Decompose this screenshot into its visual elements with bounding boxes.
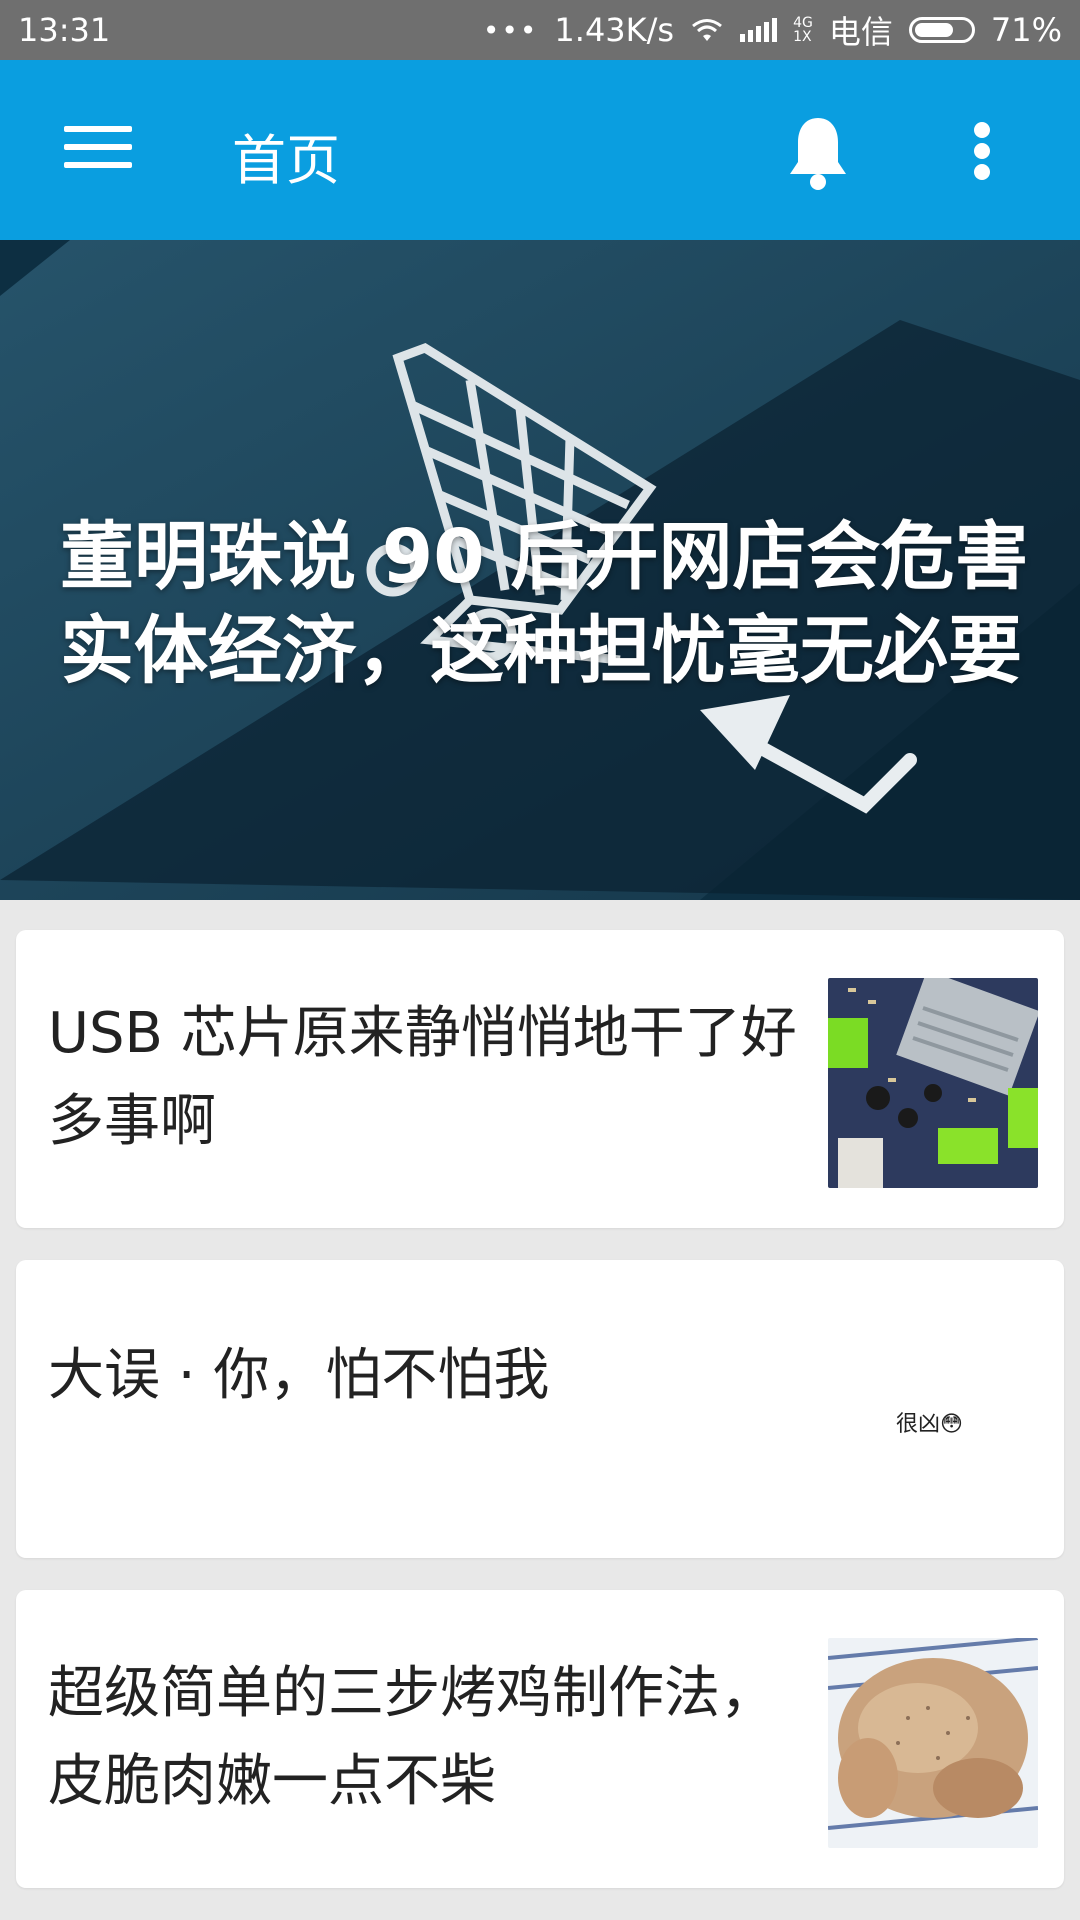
network-type-bottom: 1X bbox=[793, 29, 812, 45]
article-title: 大误 · 你，怕不怕我 bbox=[48, 1343, 550, 1408]
menu-icon[interactable] bbox=[64, 122, 132, 172]
page-title: 首页 bbox=[232, 129, 340, 192]
banner-carousel[interactable]: 董明珠说 90 后开网店会危害实体经济，这种担忧毫无必要 bbox=[0, 240, 1080, 900]
circuit-board-thumbnail bbox=[828, 978, 1038, 1188]
more-notifications-icon: ••• bbox=[482, 13, 539, 47]
status-right: ••• 1.43K/s 4G 1X 电信 71% bbox=[483, 7, 1062, 53]
network-type-top: 4G bbox=[793, 15, 813, 31]
status-bar: 13:31 ••• 1.43K/s 4G 1X 电信 71% bbox=[0, 0, 1080, 60]
article-card[interactable]: 超级简单的三步烤鸡制作法，皮脆肉嫩一点不柴 bbox=[16, 1590, 1064, 1888]
banner-headline: 董明珠说 90 后开网店会危害实体经济，这种担忧毫无必要 bbox=[60, 514, 1029, 694]
carrier-label: 电信 bbox=[828, 13, 893, 51]
network-type: 4G 1X bbox=[793, 16, 813, 44]
article-thumbnail-text: 很凶😳 bbox=[896, 1412, 963, 1437]
battery-icon bbox=[908, 17, 975, 43]
article-title: 超级简单的三步烤鸡制作法，皮脆肉嫩一点不柴 bbox=[48, 1661, 776, 1814]
roast-chicken-thumbnail bbox=[828, 1638, 1038, 1848]
battery-percent: 71% bbox=[990, 11, 1062, 49]
battery-fill bbox=[914, 23, 954, 37]
article-card[interactable]: 大误 · 你，怕不怕我 很凶😳 bbox=[16, 1260, 1064, 1558]
signal-icon bbox=[740, 18, 778, 42]
article-card[interactable]: USB 芯片原来静悄悄地干了好多事啊 bbox=[16, 930, 1064, 1228]
more-vert-icon[interactable] bbox=[970, 116, 994, 186]
status-time: 13:31 bbox=[18, 11, 111, 49]
network-speed: 1.43K/s bbox=[554, 11, 675, 49]
wifi-icon bbox=[692, 19, 723, 41]
app-bar: 首页 bbox=[0, 60, 1080, 240]
bell-icon[interactable] bbox=[784, 112, 852, 192]
article-title: USB 芯片原来静悄悄地干了好多事啊 bbox=[48, 1001, 797, 1154]
